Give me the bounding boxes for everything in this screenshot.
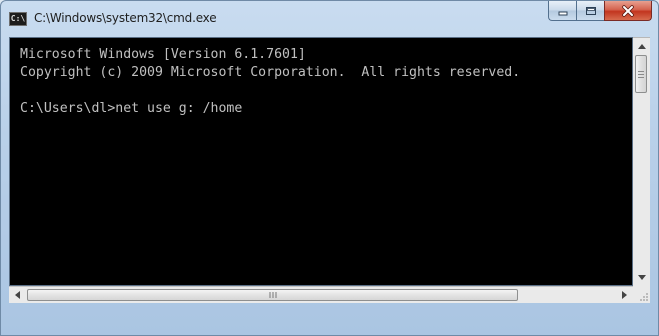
horizontal-scrollbar[interactable] [9, 286, 633, 303]
maximize-icon [585, 6, 596, 15]
arrow-up-icon [637, 44, 646, 49]
arrow-down-icon [637, 275, 646, 280]
resize-grip-icon[interactable] [639, 292, 649, 302]
cmd-window: C:\ C:\Windows\system32\cmd.exe Microsof… [0, 0, 659, 336]
scrollbar-corner [633, 286, 650, 303]
console-output[interactable]: Microsoft Windows [Version 6.1.7601] Cop… [9, 37, 633, 286]
scroll-right-button[interactable] [616, 287, 633, 303]
console-line: Microsoft Windows [Version 6.1.7601] [20, 47, 306, 62]
cmd-app-icon[interactable]: C:\ [9, 12, 27, 26]
window-title: C:\Windows\system32\cmd.exe [34, 11, 217, 25]
grip-icon [269, 292, 276, 298]
close-icon [622, 4, 634, 17]
vertical-scroll-thumb[interactable] [635, 55, 647, 93]
arrow-left-icon [15, 291, 20, 299]
scroll-up-button[interactable] [633, 38, 650, 55]
horizontal-scroll-thumb[interactable] [27, 289, 518, 301]
title-bar[interactable]: C:\ C:\Windows\system32\cmd.exe [1, 1, 658, 37]
scroll-left-button[interactable] [9, 287, 26, 303]
minimize-button[interactable] [548, 1, 576, 21]
close-button[interactable] [604, 1, 652, 21]
maximize-button[interactable] [576, 1, 604, 21]
scroll-down-button[interactable] [633, 269, 650, 286]
arrow-right-icon [622, 291, 627, 299]
vertical-scrollbar[interactable] [633, 37, 650, 286]
console-command-line[interactable]: C:\Users\dl>net use g: /home [20, 100, 632, 118]
minimize-icon [558, 11, 567, 15]
console-line: Copyright (c) 2009 Microsoft Corporation… [20, 65, 521, 80]
caption-buttons [548, 1, 652, 22]
